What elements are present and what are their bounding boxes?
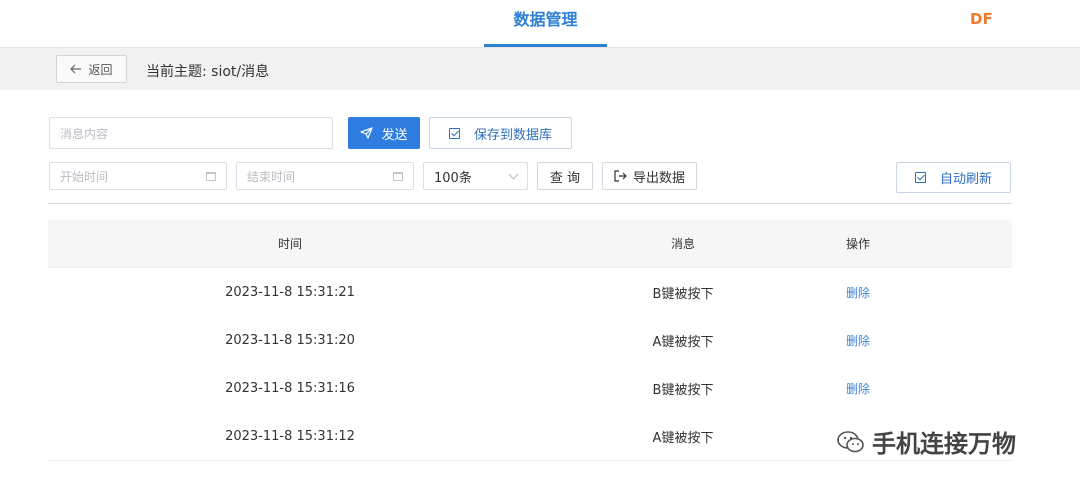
save-to-database-button[interactable]: 保存到数据库 — [429, 117, 572, 149]
column-header-time: 时间 — [277, 237, 302, 251]
watermark: 手机连接万物 — [836, 424, 1016, 459]
brand-logo: DF — [970, 10, 993, 28]
time-cell: 2023-11-8 15:31:12 — [225, 428, 355, 444]
send-button[interactable]: 发送 — [348, 117, 420, 149]
current-topic: 当前主题: siot/消息 — [146, 64, 270, 80]
delete-link[interactable]: 删除 — [808, 316, 908, 364]
wechat-icon — [837, 430, 864, 452]
query-button[interactable]: 查 询 — [537, 162, 593, 190]
export-data-label: 导出数据 — [632, 170, 685, 186]
message-input[interactable]: 消息内容 — [49, 117, 333, 149]
save-to-database-label: 保存到数据库 — [473, 127, 552, 143]
delete-link[interactable]: 删除 — [808, 268, 908, 316]
table-row: 2023-11-8 15:31:20 A键被按下 删除 — [48, 316, 1012, 365]
export-icon — [614, 170, 627, 182]
auto-refresh-button[interactable]: 自动刷新 — [896, 162, 1011, 193]
message-cell: B键被按下 — [652, 286, 714, 302]
watermark-text: 手机连接万物 — [872, 430, 1016, 458]
message-cell: A键被按下 — [652, 430, 714, 446]
topic-bar: 返回 当前主题: siot/消息 — [0, 48, 1080, 90]
table-header: 时间 消息 操作 — [48, 220, 1012, 268]
query-button-label: 查 询 — [549, 170, 581, 186]
count-select[interactable]: 100条 — [423, 162, 528, 190]
message-cell: A键被按下 — [652, 334, 714, 350]
chevron-down-icon — [508, 169, 519, 179]
start-time-placeholder: 开始时间 — [60, 169, 109, 184]
divider — [48, 203, 1012, 204]
message-input-placeholder: 消息内容 — [60, 126, 109, 141]
arrow-left-icon — [70, 64, 82, 74]
calendar-icon — [393, 171, 403, 181]
end-time-placeholder: 结束时间 — [247, 169, 296, 184]
table-row: 2023-11-8 15:31:21 B键被按下 删除 — [48, 268, 1012, 317]
start-time-input[interactable]: 开始时间 — [49, 162, 227, 190]
checkbox-icon — [914, 172, 926, 183]
count-select-value: 100条 — [434, 170, 472, 186]
table-row: 2023-11-8 15:31:16 B键被按下 删除 — [48, 364, 1012, 413]
time-cell: 2023-11-8 15:31:20 — [225, 332, 355, 348]
checkbox-icon — [448, 127, 460, 139]
back-button-label: 返回 — [88, 62, 113, 77]
auto-refresh-label: 自动刷新 — [939, 172, 992, 187]
calendar-icon — [206, 171, 216, 181]
tab-data-management[interactable]: 数据管理 — [484, 0, 607, 47]
top-navigation: 数据管理 DF — [0, 0, 1080, 48]
export-data-button[interactable]: 导出数据 — [602, 162, 697, 190]
back-button[interactable]: 返回 — [56, 55, 127, 83]
delete-link[interactable]: 删除 — [808, 364, 908, 412]
end-time-input[interactable]: 结束时间 — [236, 162, 414, 190]
column-header-action: 操作 — [845, 237, 870, 251]
send-button-label: 发送 — [381, 127, 408, 143]
column-header-message: 消息 — [670, 237, 695, 251]
send-icon — [360, 127, 374, 139]
time-cell: 2023-11-8 15:31:21 — [225, 284, 355, 300]
time-cell: 2023-11-8 15:31:16 — [225, 380, 355, 396]
message-cell: B键被按下 — [652, 382, 714, 398]
